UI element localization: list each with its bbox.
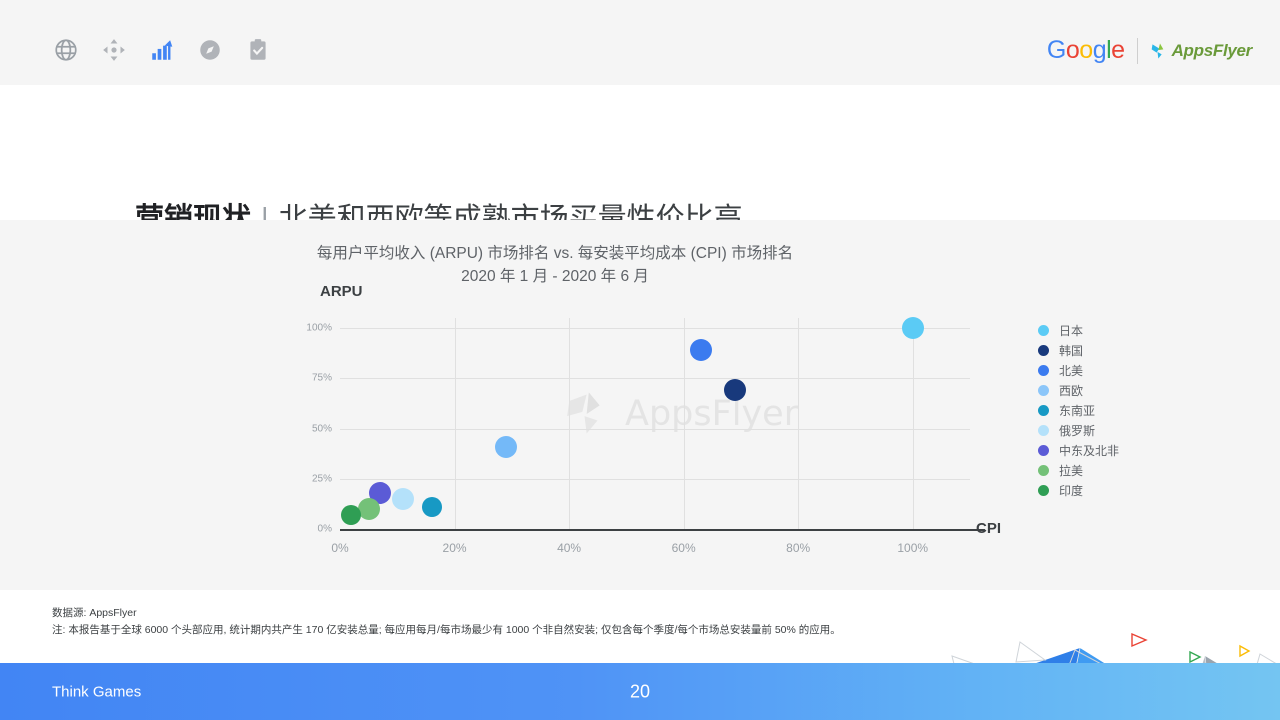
legend-item[interactable]: 日本 bbox=[1038, 320, 1119, 340]
appsflyer-logo: AppsFlyer bbox=[1150, 41, 1252, 61]
footnote-note: 注: 本报告基于全球 6000 个头部应用, 统计期内共产生 170 亿安装总量… bbox=[52, 622, 1052, 639]
legend-item[interactable]: 中东及北非 bbox=[1038, 440, 1119, 460]
move-arrows-icon[interactable] bbox=[100, 36, 128, 64]
google-letter-o1: o bbox=[1066, 36, 1079, 64]
x-gridline bbox=[569, 318, 570, 529]
x-tick-label: 40% bbox=[557, 541, 581, 555]
scatter-point[interactable] bbox=[690, 339, 712, 361]
legend-item[interactable]: 俄罗斯 bbox=[1038, 420, 1119, 440]
x-tick-label: 20% bbox=[443, 541, 467, 555]
google-letter-e: e bbox=[1111, 36, 1124, 64]
scatter-point[interactable] bbox=[341, 505, 361, 525]
legend-swatch-icon bbox=[1038, 445, 1049, 456]
y-axis-title: ARPU bbox=[320, 283, 363, 300]
scatter-point[interactable] bbox=[495, 436, 517, 458]
legend-swatch-icon bbox=[1038, 365, 1049, 376]
brand-lockup: Google AppsFlyer bbox=[1047, 36, 1252, 65]
bar-chart-icon[interactable] bbox=[148, 36, 176, 64]
x-tick-label: 80% bbox=[786, 541, 810, 555]
chart-title-line1: 每用户平均收入 (ARPU) 市场排名 vs. 每安装平均成本 (CPI) 市场… bbox=[0, 242, 1110, 265]
legend-label: 韩国 bbox=[1059, 342, 1083, 359]
legend-swatch-icon bbox=[1038, 325, 1049, 336]
chart-title: 每用户平均收入 (ARPU) 市场排名 vs. 每安装平均成本 (CPI) 市场… bbox=[0, 242, 1280, 288]
legend-swatch-icon bbox=[1038, 485, 1049, 496]
legend-swatch-icon bbox=[1038, 405, 1049, 416]
legend-label: 日本 bbox=[1059, 322, 1083, 339]
legend-label: 印度 bbox=[1059, 482, 1083, 499]
page-number: 20 bbox=[630, 681, 650, 702]
chart-panel: 每用户平均收入 (ARPU) 市场排名 vs. 每安装平均成本 (CPI) 市场… bbox=[0, 220, 1280, 590]
y-tick-label: 25% bbox=[312, 473, 332, 484]
footnotes: 数据源: AppsFlyer 注: 本报告基于全球 6000 个头部应用, 统计… bbox=[52, 605, 1052, 639]
legend-swatch-icon bbox=[1038, 465, 1049, 476]
compass-icon[interactable] bbox=[196, 36, 224, 64]
x-gridline bbox=[798, 318, 799, 529]
appsflyer-wordmark: AppsFlyer bbox=[1172, 41, 1252, 61]
clipboard-check-icon[interactable] bbox=[244, 36, 272, 64]
y-gridline bbox=[340, 328, 970, 329]
scatter-point[interactable] bbox=[392, 488, 414, 510]
y-tick-label: 100% bbox=[306, 323, 332, 334]
google-logo: Google bbox=[1047, 36, 1125, 65]
y-gridline bbox=[340, 479, 970, 480]
legend-item[interactable]: 韩国 bbox=[1038, 340, 1119, 360]
legend-item[interactable]: 北美 bbox=[1038, 360, 1119, 380]
bottom-bar: Think Games 20 bbox=[0, 663, 1280, 720]
legend-label: 东南亚 bbox=[1059, 402, 1095, 419]
legend-item[interactable]: 西欧 bbox=[1038, 380, 1119, 400]
top-toolbar: Google AppsFlyer bbox=[0, 0, 1280, 85]
globe-icon[interactable] bbox=[52, 36, 80, 64]
x-tick-label: 100% bbox=[897, 541, 928, 555]
y-tick-label: 75% bbox=[312, 373, 332, 384]
legend-swatch-icon bbox=[1038, 385, 1049, 396]
scatter-point[interactable] bbox=[422, 497, 442, 517]
title-zone: 营销现状|北美和西欧等成熟市场买量性价比高 bbox=[0, 85, 1280, 220]
scatter-point[interactable] bbox=[724, 379, 746, 401]
y-gridline bbox=[340, 429, 970, 430]
x-tick-label: 60% bbox=[672, 541, 696, 555]
legend-label: 北美 bbox=[1059, 362, 1083, 379]
scatter-plot-area: 0%25%50%75%100%0%20%40%60%80%100% bbox=[340, 318, 970, 529]
y-tick-label: 0% bbox=[318, 524, 332, 535]
bottom-bar-label: Think Games bbox=[52, 683, 141, 700]
google-letter-g: g bbox=[1093, 36, 1106, 64]
x-gridline bbox=[684, 318, 685, 529]
chart-title-line2: 2020 年 1 月 - 2020 年 6 月 bbox=[0, 265, 1110, 288]
brand-divider bbox=[1137, 38, 1138, 64]
slide-root: Google AppsFlyer 营销现状|北美和西欧等成熟市场买量性价比高 每… bbox=[0, 0, 1280, 720]
y-gridline bbox=[340, 378, 970, 379]
x-gridline bbox=[913, 318, 914, 529]
google-letter-G: G bbox=[1047, 36, 1066, 64]
appsflyer-mark-icon bbox=[1150, 41, 1170, 61]
legend-item[interactable]: 东南亚 bbox=[1038, 400, 1119, 420]
x-axis-baseline bbox=[340, 529, 985, 531]
chart-legend: 日本韩国北美西欧东南亚俄罗斯中东及北非拉美印度 bbox=[1038, 320, 1119, 500]
legend-label: 拉美 bbox=[1059, 462, 1083, 479]
footnote-source: 数据源: AppsFlyer bbox=[52, 605, 1052, 622]
toolbar-icon-group bbox=[52, 36, 272, 64]
google-letter-o2: o bbox=[1079, 36, 1092, 64]
x-gridline bbox=[455, 318, 456, 529]
legend-item[interactable]: 拉美 bbox=[1038, 460, 1119, 480]
legend-swatch-icon bbox=[1038, 345, 1049, 356]
legend-label: 西欧 bbox=[1059, 382, 1083, 399]
scatter-point[interactable] bbox=[902, 317, 924, 339]
legend-item[interactable]: 印度 bbox=[1038, 480, 1119, 500]
legend-label: 俄罗斯 bbox=[1059, 422, 1095, 439]
legend-label: 中东及北非 bbox=[1059, 442, 1119, 459]
y-tick-label: 50% bbox=[312, 423, 332, 434]
legend-swatch-icon bbox=[1038, 425, 1049, 436]
x-tick-label: 0% bbox=[331, 541, 348, 555]
